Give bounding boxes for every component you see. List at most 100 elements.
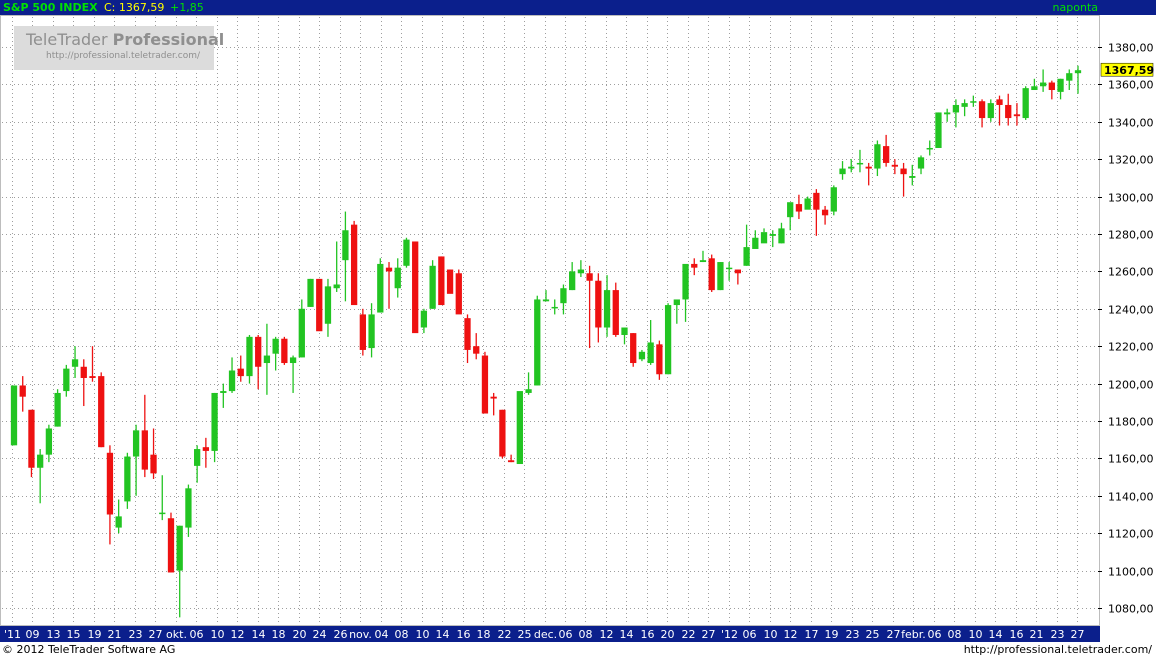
x-tick-label: 16 bbox=[457, 628, 471, 641]
candle-body bbox=[970, 101, 977, 103]
x-tick-label: 10 bbox=[211, 628, 225, 641]
footer-url-link[interactable]: http://professional.teletrader.com/ bbox=[964, 643, 1152, 656]
x-tick-label: 18 bbox=[272, 628, 286, 641]
x-tick-label: 14 bbox=[252, 628, 266, 641]
candle-body bbox=[211, 392, 218, 451]
x-tick-label: 13 bbox=[47, 628, 61, 641]
x-tick-label: 12 bbox=[600, 628, 614, 641]
candle-body bbox=[499, 409, 506, 457]
y-tick-label: 1200,00 bbox=[1108, 379, 1154, 392]
x-axis: '11 09 13 15 19 21 23 27 okt. 06 10 12 14 18 20 24 26 nov… bbox=[4, 628, 1085, 641]
candle-body bbox=[19, 385, 26, 397]
candle-body bbox=[385, 267, 393, 272]
y-tick-label: 1240,00 bbox=[1108, 304, 1154, 317]
candle-body bbox=[569, 271, 576, 291]
candle-body bbox=[45, 428, 53, 455]
chart-window: S&P 500 INDEX C: 1367,59 +1,85 naponta 1… bbox=[0, 0, 1156, 659]
candle-body bbox=[717, 262, 724, 291]
candle-body bbox=[54, 392, 61, 427]
x-tick-label: 08 bbox=[579, 628, 593, 641]
candle-body bbox=[586, 273, 593, 281]
candle-body bbox=[577, 269, 585, 274]
x-tick-label: nov. bbox=[349, 628, 372, 641]
y-tick-label: 1320,00 bbox=[1108, 154, 1154, 167]
candle-body bbox=[106, 452, 114, 515]
watermark-brand-regular: TeleTrader bbox=[26, 30, 108, 49]
candle-body bbox=[377, 263, 384, 313]
candle-body bbox=[830, 187, 837, 212]
x-tick-label: 23 bbox=[1051, 628, 1065, 641]
x-tick-label: 26 bbox=[334, 628, 348, 641]
x-tick-label: 23 bbox=[129, 628, 143, 641]
x-tick-label: 27 bbox=[702, 628, 716, 641]
x-tick-label: 19 bbox=[825, 628, 839, 641]
candle-body bbox=[682, 263, 689, 300]
candle-body bbox=[359, 314, 366, 350]
candle-body bbox=[647, 342, 654, 364]
candle-body bbox=[255, 336, 262, 367]
x-tick-label: 27 bbox=[887, 628, 901, 641]
x-tick-label: 12 bbox=[784, 628, 798, 641]
candle-body bbox=[80, 366, 87, 378]
x-tick-label: 06 bbox=[559, 628, 573, 641]
x-tick-label: '11 bbox=[4, 628, 21, 641]
candle-body bbox=[595, 280, 602, 328]
candle-body bbox=[621, 327, 628, 335]
y-tick-label: 1260,00 bbox=[1108, 266, 1154, 279]
x-tick-label: 08 bbox=[395, 628, 409, 641]
candle-body bbox=[438, 256, 445, 306]
y-tick-label: 1080,00 bbox=[1108, 603, 1154, 616]
candle-body bbox=[89, 376, 96, 378]
candle-body bbox=[874, 144, 881, 169]
candle-body bbox=[813, 192, 820, 210]
candle-body bbox=[664, 305, 672, 375]
candle-body bbox=[202, 447, 210, 451]
x-tick-label: 15 bbox=[67, 628, 81, 641]
candle-body bbox=[98, 376, 105, 448]
watermark-brand: TeleTrader Professional bbox=[26, 30, 224, 49]
candle-body bbox=[159, 512, 166, 515]
candle-body bbox=[394, 267, 401, 289]
x-tick-label: 14 bbox=[620, 628, 634, 641]
candle-body bbox=[952, 104, 960, 113]
y-tick-label: 1220,00 bbox=[1108, 341, 1154, 354]
x-tick-label: 25 bbox=[518, 628, 532, 641]
candle-body bbox=[752, 237, 759, 249]
candle-body bbox=[481, 355, 489, 414]
candle-body bbox=[909, 176, 916, 178]
y-tick-label: 1380,00 bbox=[1108, 42, 1154, 55]
candle-body bbox=[821, 209, 829, 216]
last-price-label: 1367,59 bbox=[1104, 64, 1154, 77]
candle-body bbox=[368, 314, 375, 349]
candle-body bbox=[246, 336, 253, 377]
x-tick-label: dec. bbox=[534, 628, 557, 641]
candle-body bbox=[856, 162, 864, 165]
y-tick-label: 1120,00 bbox=[1108, 528, 1154, 541]
x-tick-label: 17 bbox=[805, 628, 819, 641]
candle-body bbox=[10, 385, 18, 446]
y-tick-label: 1140,00 bbox=[1108, 491, 1154, 504]
candle-body bbox=[71, 359, 79, 367]
candle-body bbox=[987, 103, 994, 119]
candle-body bbox=[228, 370, 236, 392]
candle-body bbox=[150, 454, 157, 474]
candle-body bbox=[612, 290, 619, 335]
candlestick-chart: 1080,00 1100,00 1120,00 1140,00 1160,00 1180,… bbox=[2, 17, 1154, 625]
candle-body bbox=[926, 147, 933, 150]
x-tick-label: 16 bbox=[1010, 628, 1024, 641]
x-tick-label: 18 bbox=[477, 628, 491, 641]
candle-body bbox=[673, 299, 680, 306]
x-tick-label: 12 bbox=[231, 628, 245, 641]
candle-body bbox=[935, 112, 942, 148]
candle-body bbox=[272, 338, 279, 354]
candle-body bbox=[882, 146, 890, 163]
candle-body bbox=[708, 258, 715, 291]
candle-body bbox=[603, 290, 611, 328]
candle-body bbox=[1066, 73, 1073, 81]
x-tick-label: 14 bbox=[989, 628, 1003, 641]
candle-body bbox=[516, 391, 523, 465]
candle-body bbox=[900, 168, 907, 175]
candle-body bbox=[1039, 82, 1047, 87]
candle-body bbox=[412, 241, 419, 334]
x-tick-label: febr. bbox=[901, 628, 926, 641]
